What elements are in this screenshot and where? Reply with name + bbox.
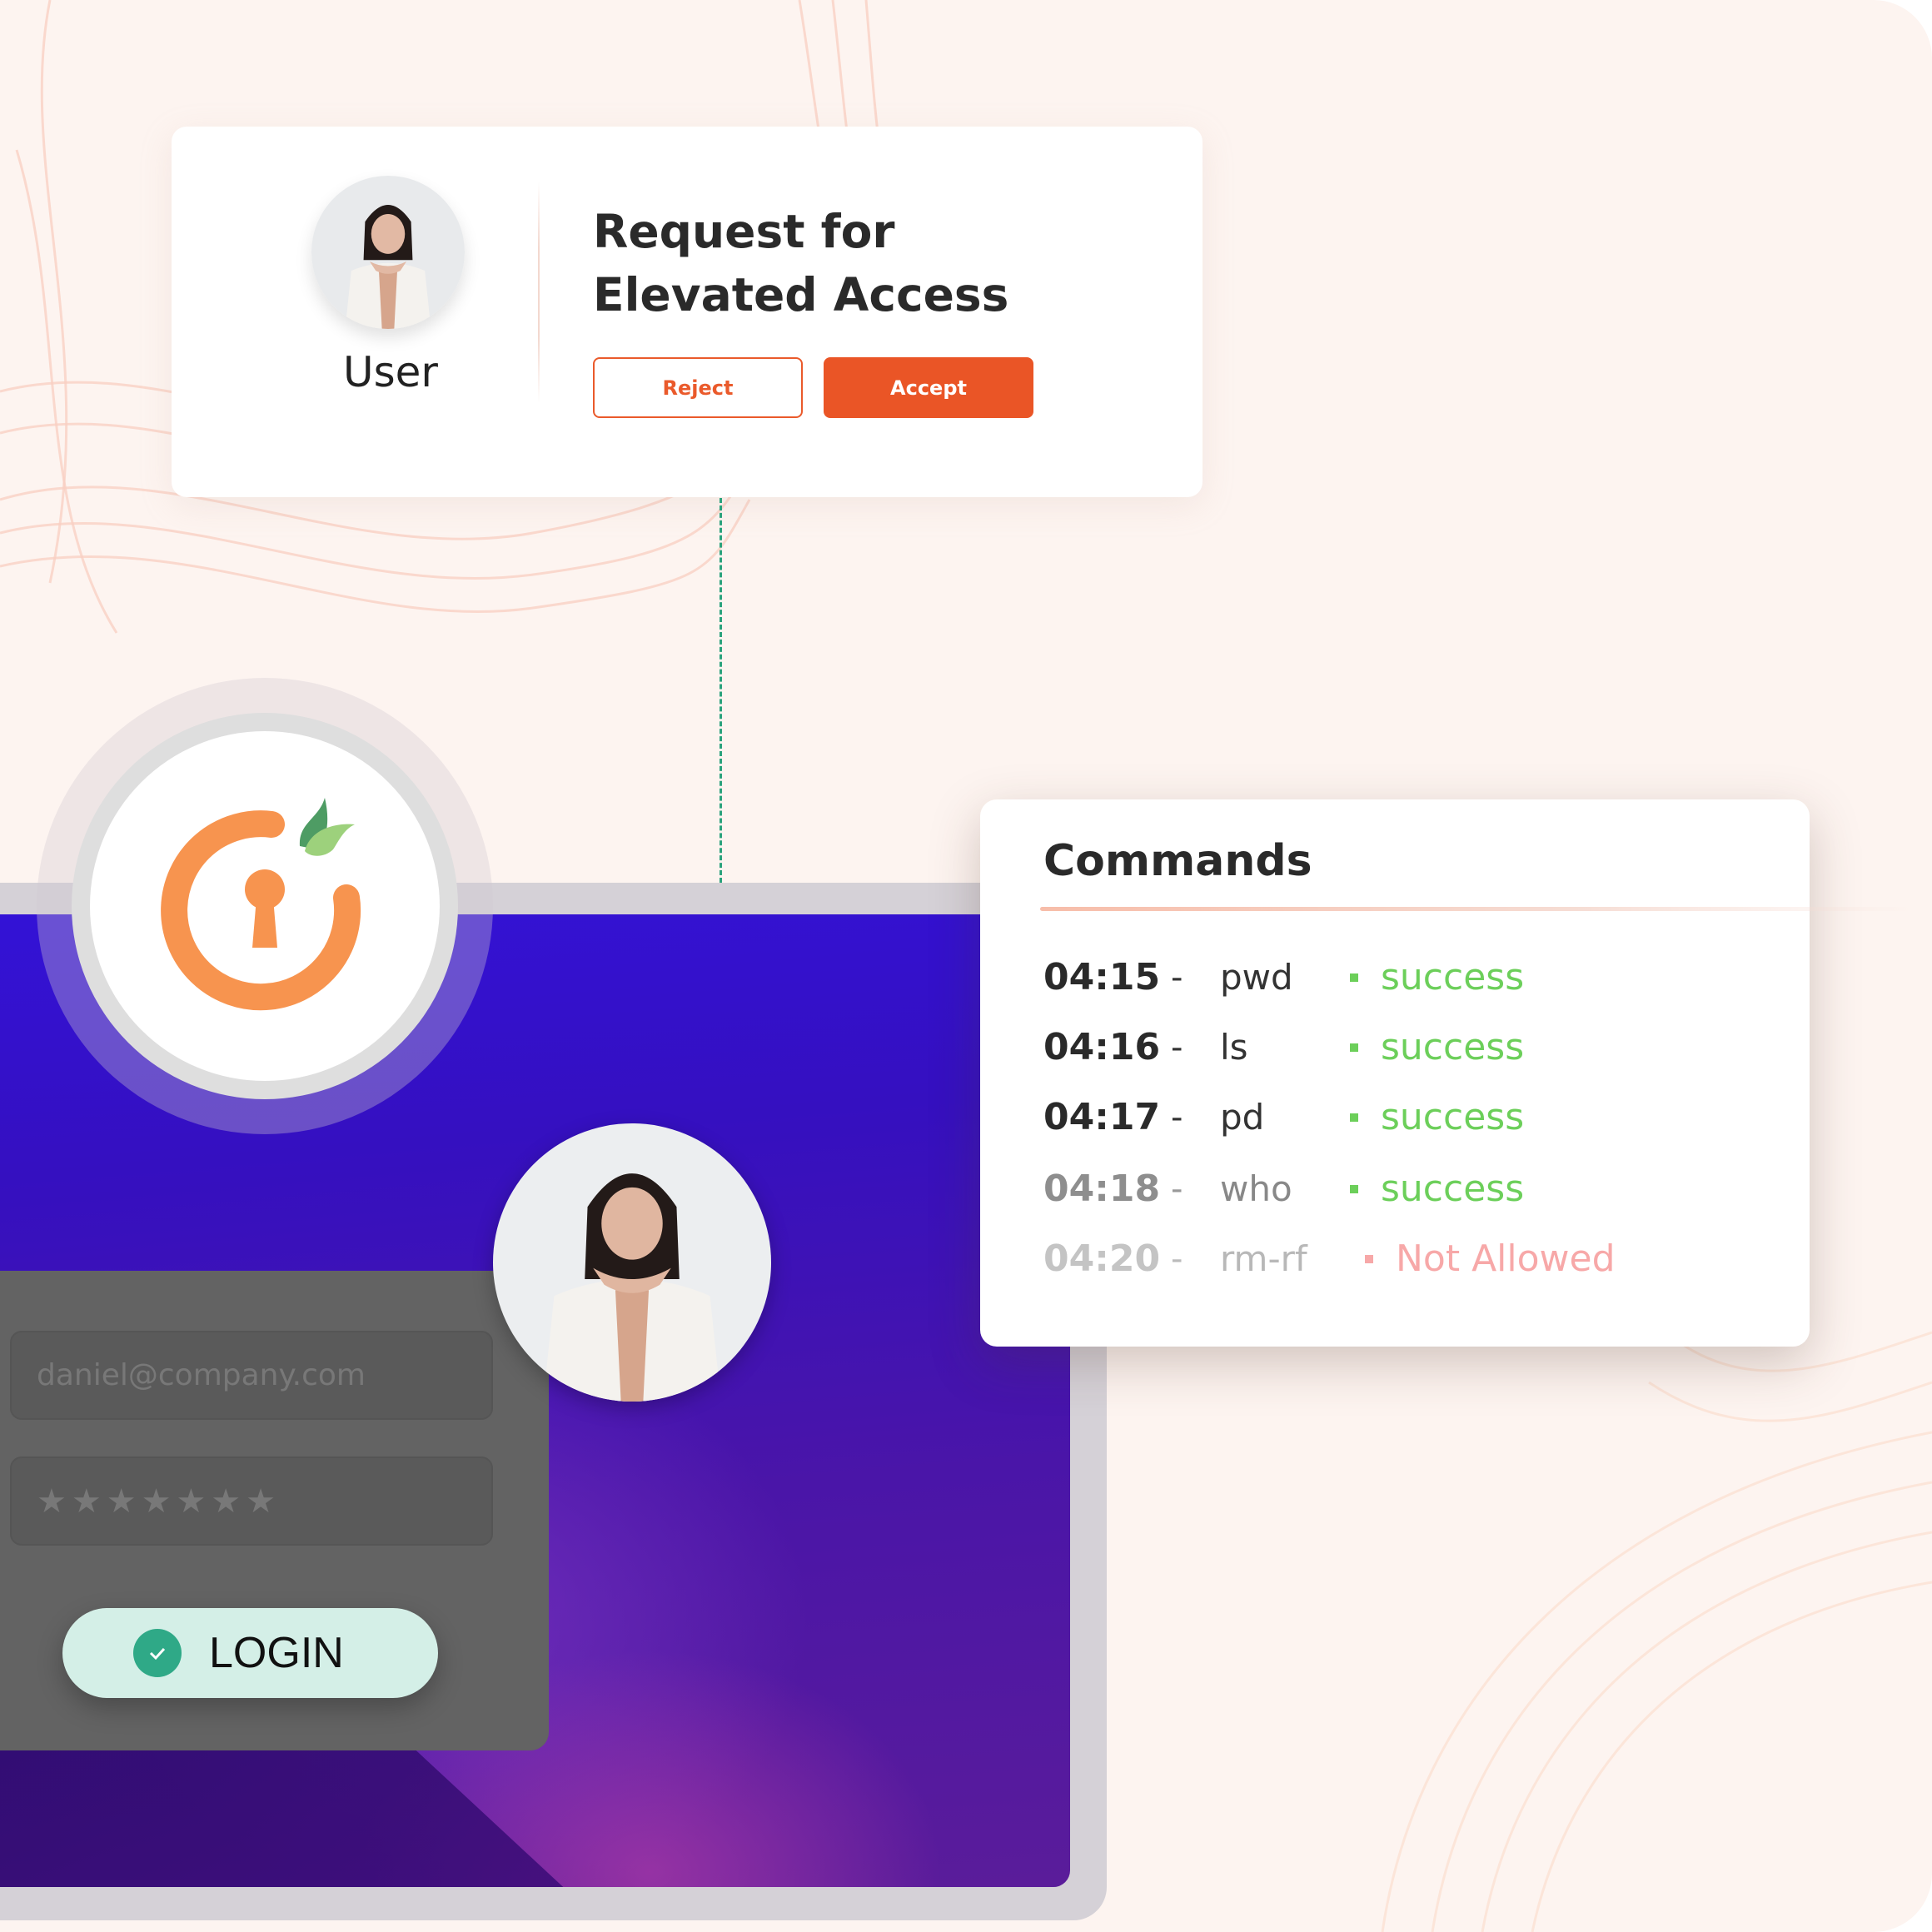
email-field[interactable]: daniel@company.com (10, 1331, 493, 1420)
login-button[interactable]: LOGIN (62, 1608, 438, 1698)
command-time: 04:20 (1043, 1237, 1161, 1280)
command-status: success (1381, 1096, 1525, 1138)
commands-title-underline (1040, 907, 1915, 911)
person-photo-icon (493, 1123, 771, 1402)
command-name: pd (1220, 1097, 1265, 1138)
flow-connector-line (720, 498, 722, 883)
status-bullet-icon (1350, 1113, 1358, 1122)
command-name: who (1220, 1168, 1292, 1209)
status-bullet-icon (1365, 1255, 1373, 1263)
command-separator: - (1171, 959, 1183, 997)
user-avatar (493, 1123, 771, 1402)
email-placeholder: daniel@company.com (37, 1358, 366, 1392)
command-separator: - (1171, 1098, 1183, 1137)
password-mask: ★★★★★★★ (37, 1481, 281, 1521)
command-time: 04:15 (1043, 956, 1161, 998)
command-status: success (1381, 956, 1525, 998)
check-circle-icon (133, 1629, 182, 1677)
command-row: 04:15 - pwd success (980, 953, 1810, 1003)
command-time: 04:16 (1043, 1026, 1161, 1068)
command-name: rm-rf (1220, 1238, 1307, 1279)
status-bullet-icon (1350, 1185, 1358, 1193)
command-row: 04:17 - pd success (980, 1093, 1810, 1143)
reject-button[interactable]: Reject (593, 357, 803, 418)
status-bullet-icon (1350, 1043, 1358, 1052)
request-title: Request for Elevated Access (593, 205, 1009, 321)
command-time: 04:17 (1043, 1096, 1161, 1138)
commands-panel: Commands 04:15 - pwd success 04:16 - ls … (980, 799, 1915, 1347)
card-divider (538, 182, 540, 403)
person-photo-icon (311, 176, 465, 329)
elevated-access-request-card: User Request for Elevated Access Reject … (172, 127, 1203, 497)
login-label: LOGIN (209, 1629, 344, 1677)
command-status: success (1381, 1026, 1525, 1068)
command-row: 04:16 - ls success (980, 1023, 1810, 1073)
commands-title: Commands (1043, 836, 1312, 886)
status-bullet-icon (1350, 973, 1358, 982)
command-separator: - (1171, 1028, 1183, 1067)
command-separator: - (1171, 1240, 1183, 1278)
requester-label: User (343, 348, 438, 396)
keyhole-lock-logo-icon (161, 798, 361, 1011)
command-separator: - (1171, 1170, 1183, 1208)
command-row: 04:20 - rm-rf Not Allowed (980, 1234, 1810, 1284)
accept-button[interactable]: Accept (824, 357, 1033, 418)
login-panel: daniel@company.com ★★★★★★★ LOGIN (0, 1271, 549, 1750)
password-field[interactable]: ★★★★★★★ (10, 1456, 493, 1546)
requester-avatar (311, 176, 465, 329)
command-name: ls (1220, 1027, 1248, 1068)
command-row: 04:18 - who success (980, 1164, 1810, 1214)
command-name: pwd (1220, 957, 1293, 998)
command-status: Not Allowed (1396, 1237, 1616, 1280)
command-time: 04:18 (1043, 1168, 1161, 1210)
command-status: success (1381, 1168, 1525, 1210)
